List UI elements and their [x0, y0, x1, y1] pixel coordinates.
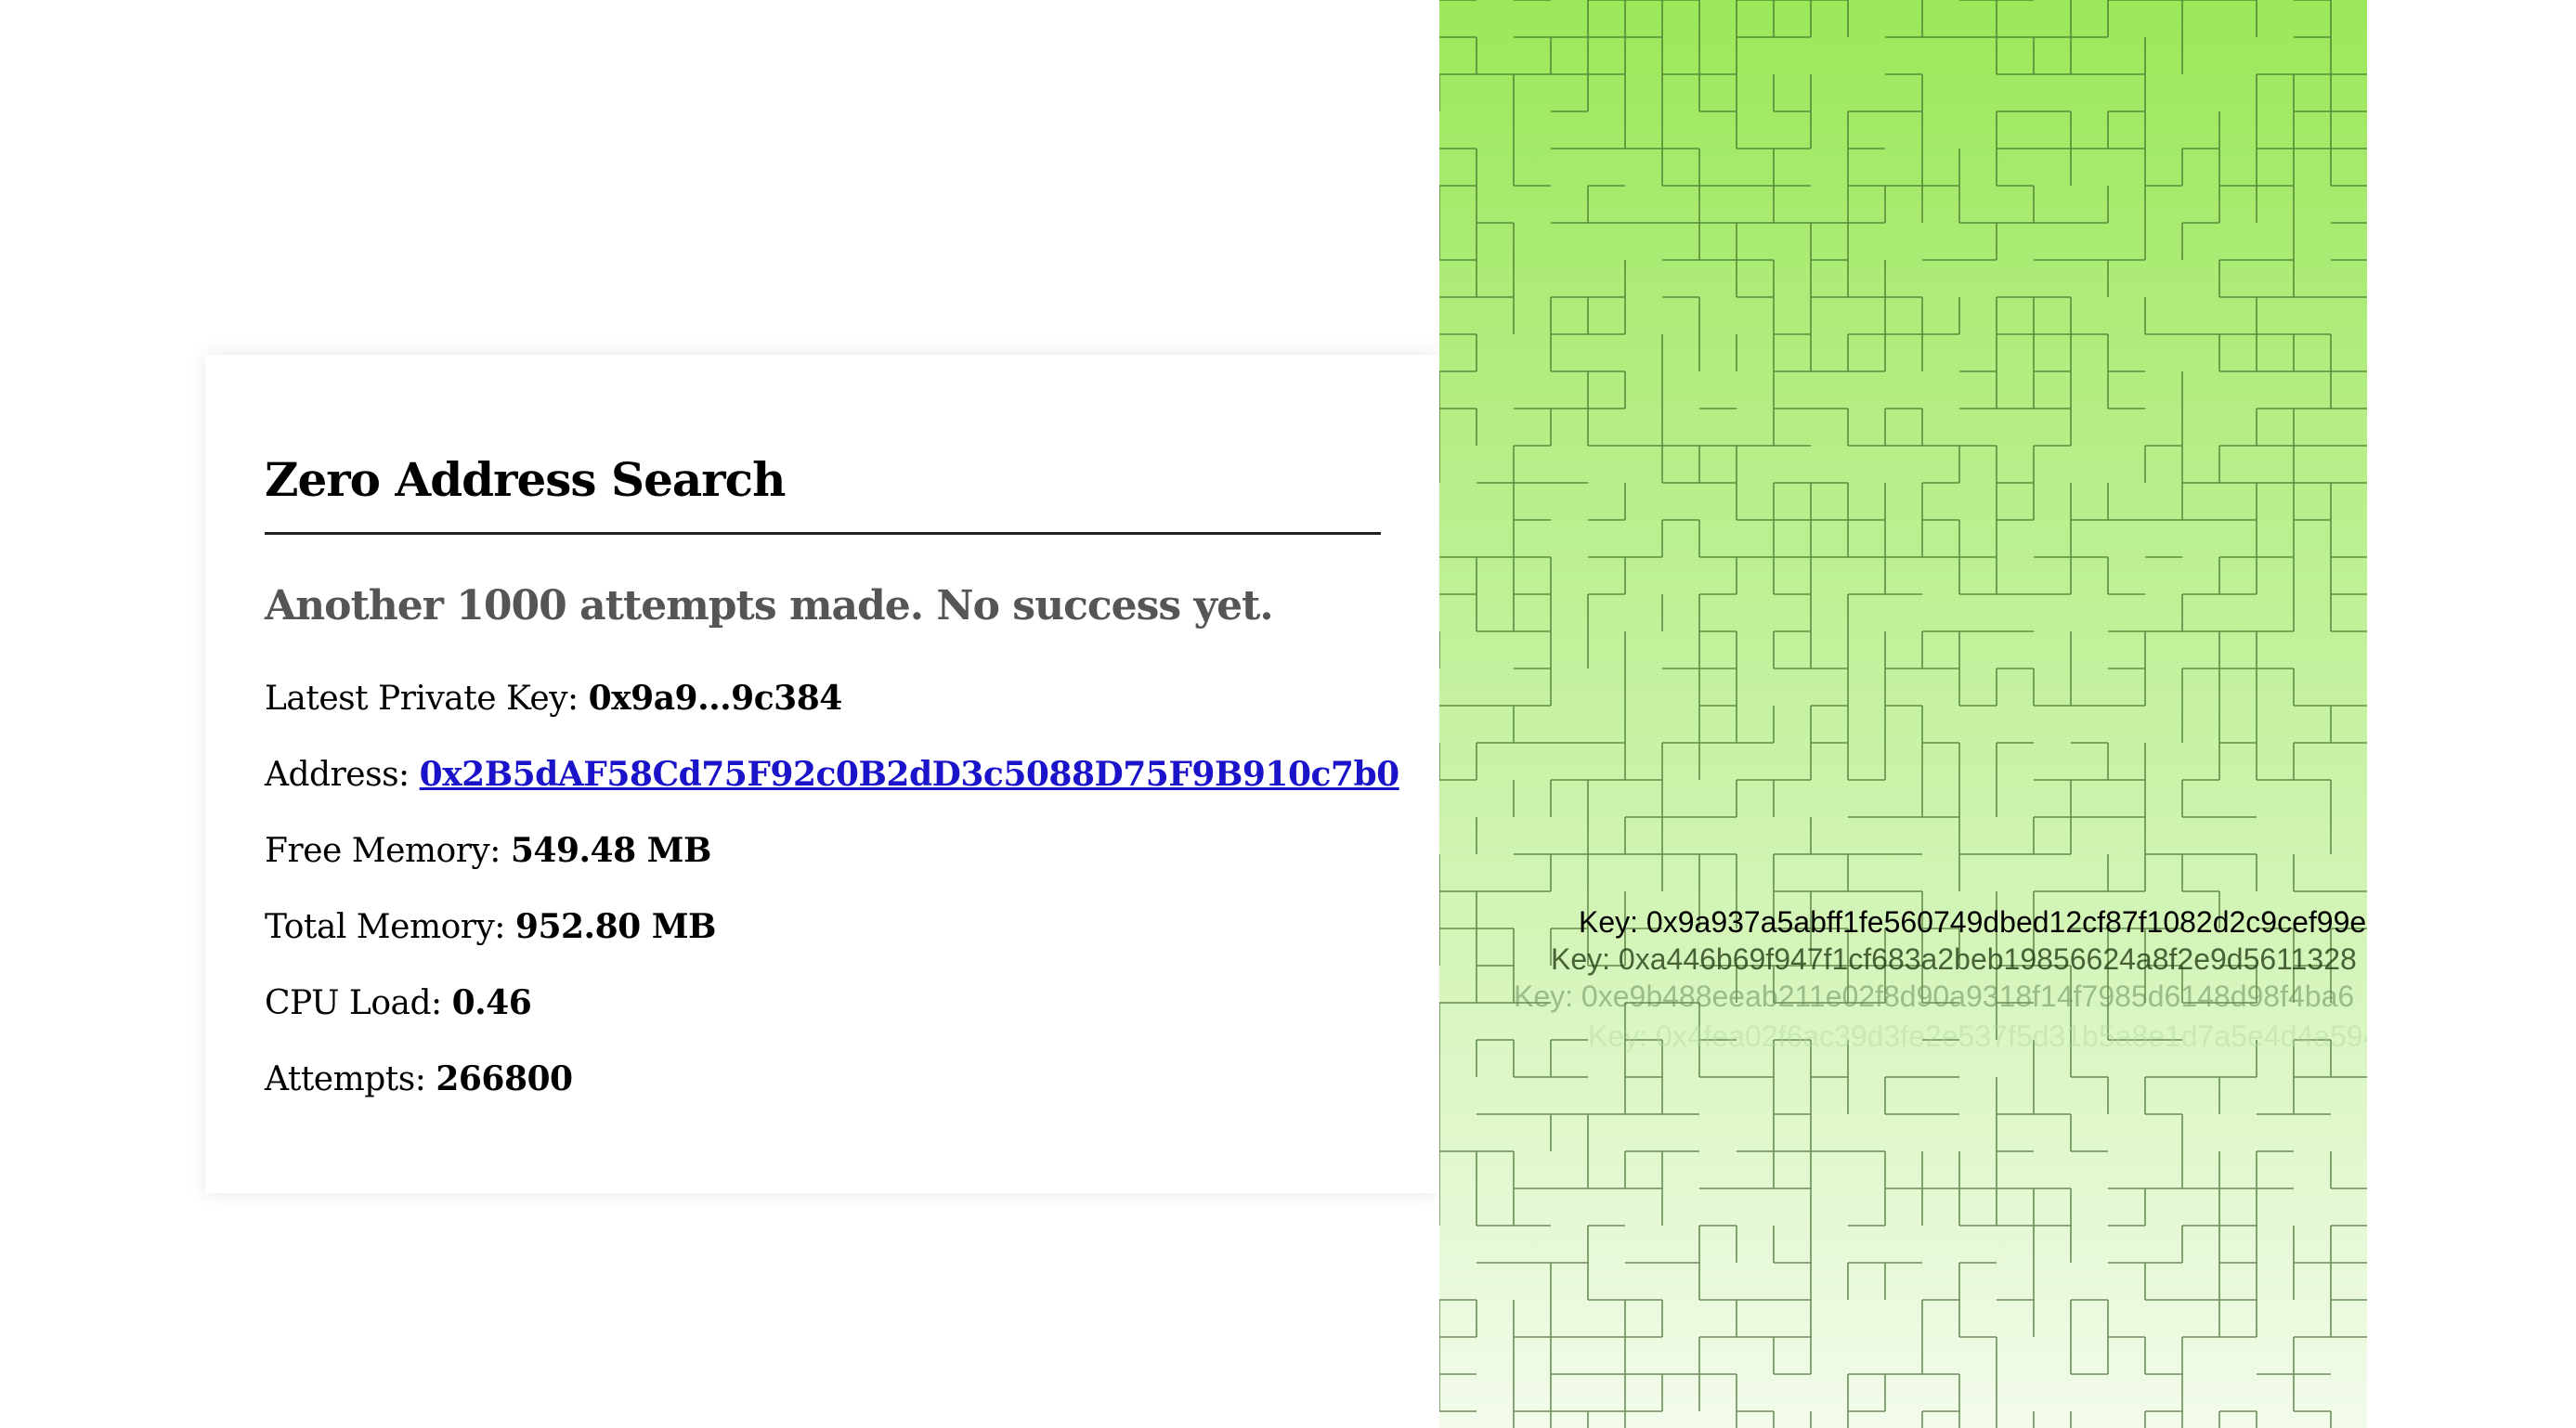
private-key-row: Latest Private Key: 0x9a9...9c384	[265, 679, 842, 718]
card-title: Zero Address Search	[265, 452, 786, 507]
attempts-row: Attempts: 266800	[265, 1059, 573, 1098]
search-status-card: Zero Address Search Another 1000 attempt…	[205, 355, 1438, 1193]
attempts-value: 266800	[436, 1059, 573, 1098]
cpu-load-row: CPU Load: 0.46	[265, 983, 532, 1022]
total-memory-label: Total Memory:	[265, 908, 505, 946]
total-memory-value: 952.80 MB	[514, 907, 717, 946]
cpu-load-label: CPU Load:	[265, 984, 442, 1022]
free-memory-row: Free Memory: 549.48 MB	[265, 831, 711, 870]
cpu-load-value: 0.46	[451, 983, 532, 1022]
ticker-line: Key: 0xe9b488eeab211e02f8d90a9318f14f798…	[1514, 980, 2355, 1013]
ticker-line: Key: 0xa446b69f947f1cf683a2beb19856624a8…	[1551, 942, 2357, 976]
attempts-label: Attempts:	[265, 1060, 426, 1098]
free-memory-label: Free Memory:	[265, 832, 501, 870]
page: Zero Address Search Another 1000 attempt…	[0, 0, 2576, 1428]
private-key-label: Latest Private Key:	[265, 680, 579, 718]
address-label: Address:	[265, 756, 410, 794]
title-divider	[265, 532, 1381, 535]
ticker-line: Key: 0x9a937a5abff1fe560749dbed12cf87f10…	[1579, 905, 2367, 939]
key-ticker: Key: 0x9a937a5abff1fe560749dbed12cf87f10…	[1439, 0, 2367, 1428]
address-link[interactable]: 0x2B5dAF58Cd75F92c0B2dD3c5088D75F9B910c7…	[420, 755, 1400, 794]
private-key-value: 0x9a9...9c384	[588, 679, 843, 718]
free-memory-value: 549.48 MB	[510, 831, 712, 870]
ticker-line: Key: 0x4fea02f6ac39d3fe2e537f5d31b5a8e1d…	[1588, 1019, 2367, 1053]
maze-visualization: Key: 0x9a937a5abff1fe560749dbed12cf87f10…	[1439, 0, 2367, 1428]
total-memory-row: Total Memory: 952.80 MB	[265, 907, 716, 946]
status-message: Another 1000 attempts made. No success y…	[265, 582, 1274, 630]
address-row: Address: 0x2B5dAF58Cd75F92c0B2dD3c5088D7…	[265, 755, 1399, 794]
